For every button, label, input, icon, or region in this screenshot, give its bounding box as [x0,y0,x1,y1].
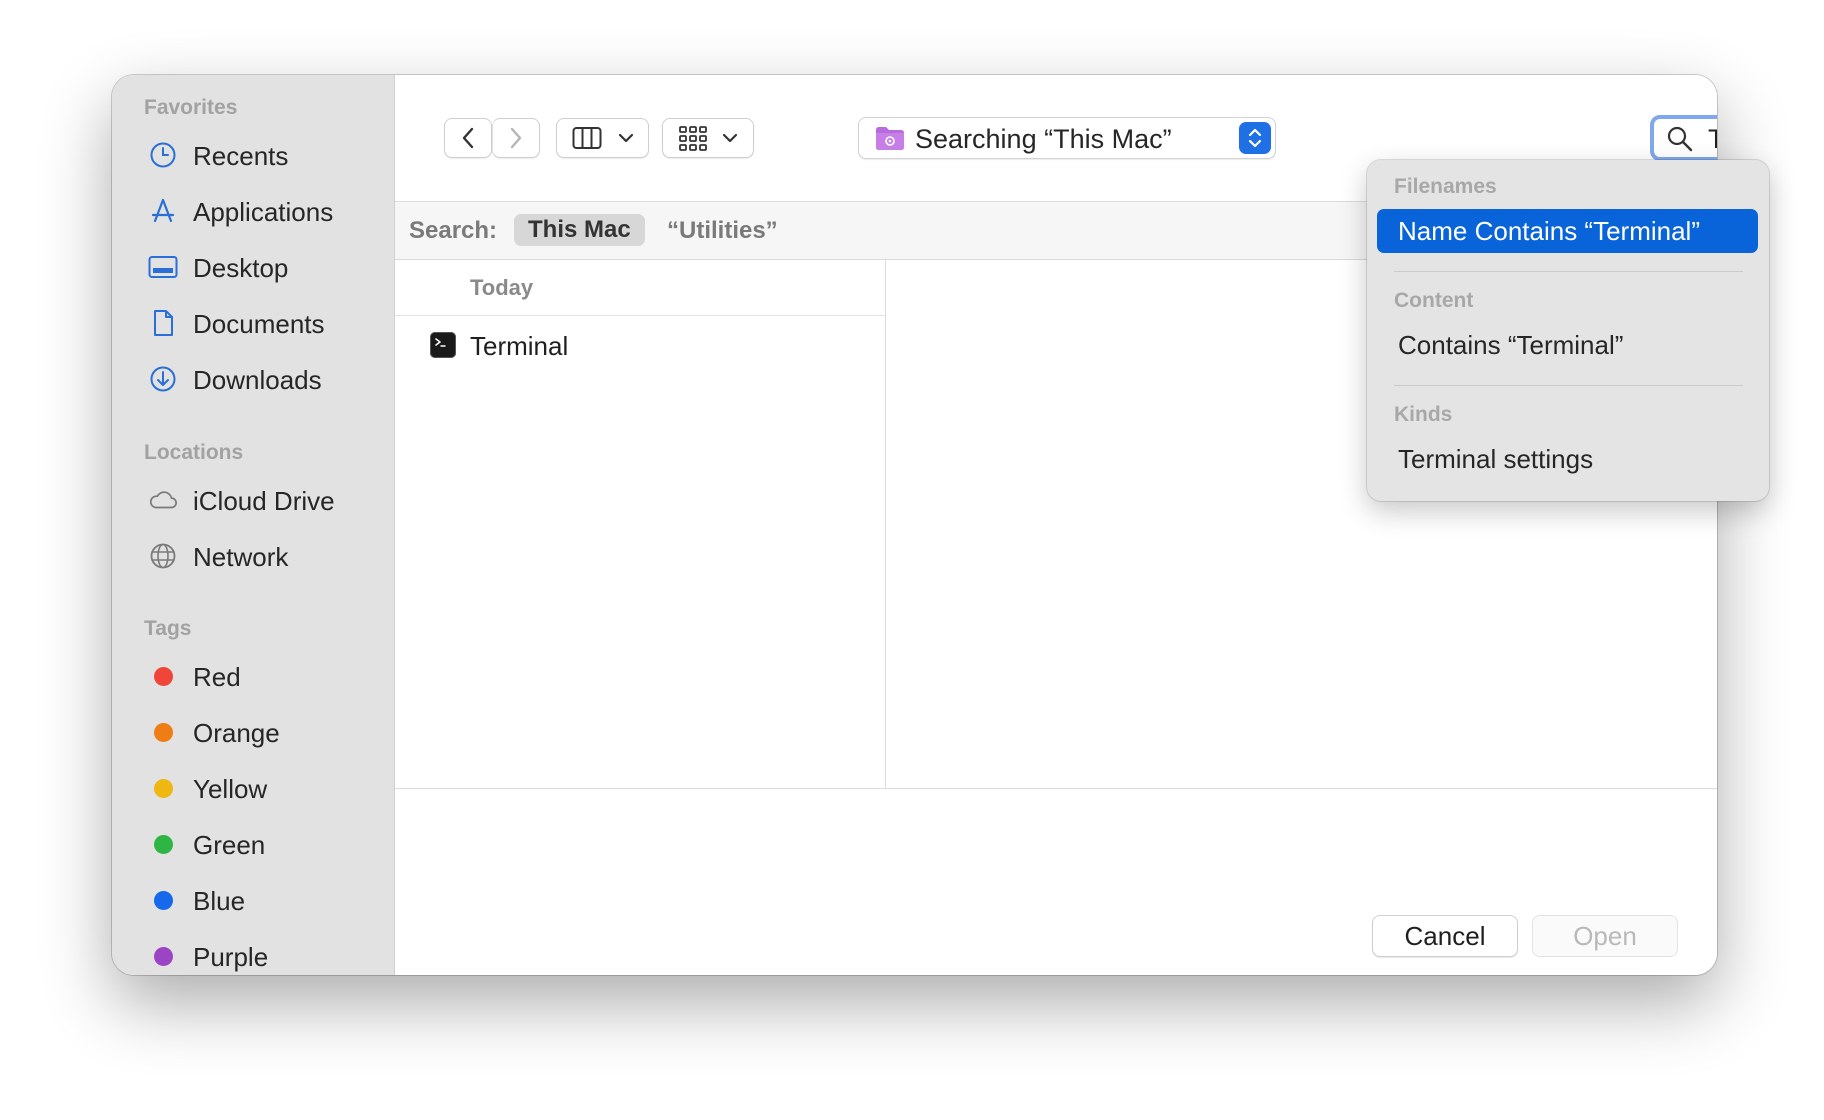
sidebar-tag-orange[interactable]: Orange [112,708,394,756]
sidebar-item-label: Desktop [193,253,289,283]
sidebar-item-label: Purple [193,942,269,972]
sidebar-item-label: Documents [193,309,325,339]
sidebar-item-label: Applications [193,197,334,227]
sidebar-item-applications[interactable]: Applications [112,187,394,235]
scope-utilities-button[interactable]: “Utilities” [667,217,778,245]
view-columns-button[interactable] [556,118,649,158]
forward-button[interactable] [492,118,540,158]
search-suggestions-menu: Filenames Name Contains “Terminal” Conte… [1367,160,1769,501]
sidebar-item-recents[interactable]: Recents [112,131,394,179]
sidebar-item-label: iCloud Drive [193,486,335,516]
sidebar-tag-blue[interactable]: Blue [112,876,394,924]
tag-dot [153,946,173,966]
sidebar-item-downloads[interactable]: Downloads [112,355,394,403]
tag-dot [153,834,173,854]
tag-dot [153,666,173,686]
sidebar-tag-green[interactable]: Green [112,820,394,868]
smart-folder-icon [875,125,905,156]
suggestion-section-filenames: Filenames [1394,175,1497,198]
applications-icon [148,196,178,226]
list-item[interactable]: Terminal [395,316,885,374]
download-icon [148,364,178,394]
menu-separator [1394,271,1743,272]
search-input[interactable] [1708,124,1717,154]
options-strip [395,788,1717,846]
suggestion-label: Terminal settings [1398,444,1594,474]
sidebar-item-network[interactable]: Network [112,532,394,580]
sidebar-item-label: Blue [193,886,246,916]
file-name: Terminal [470,331,569,361]
sidebar-item-label: Recents [193,141,289,171]
cloud-icon [148,485,178,515]
desktop-icon [148,252,178,282]
terminal-app-icon [430,332,456,358]
sidebar-item-label: Green [193,830,266,860]
scope-this-mac-button[interactable]: This Mac [514,214,645,246]
cancel-button[interactable]: Cancel [1372,915,1518,957]
suggestion-kind-terminal-settings[interactable]: Terminal settings [1377,437,1758,481]
sidebar-tag-red[interactable]: Red [112,652,394,700]
sidebar-section-favorites: Favorites [144,96,238,119]
sidebar-section-tags: Tags [144,617,192,640]
suggestion-section-content: Content [1394,289,1474,312]
sidebar-tag-yellow[interactable]: Yellow [112,764,394,812]
clock-icon [148,140,178,170]
list-section-header: Today [395,260,885,316]
sidebar-item-label: Red [193,662,241,692]
sidebar-tag-purple[interactable]: Purple [112,932,394,975]
globe-icon [148,541,178,571]
search-icon [1666,125,1694,158]
group-button[interactable] [662,118,754,158]
sidebar-item-documents[interactable]: Documents [112,299,394,347]
back-button[interactable] [444,118,492,158]
sidebar-item-desktop[interactable]: Desktop [112,243,394,291]
sidebar-item-label: Downloads [193,365,322,395]
sidebar-item-icloud-drive[interactable]: iCloud Drive [112,476,394,524]
tag-dot [153,890,173,910]
suggestion-label: Contains “Terminal” [1398,330,1624,360]
search-field[interactable] [1650,115,1717,161]
tag-dot [153,778,173,798]
results-list: Today Terminal [395,260,886,788]
popup-stepper-icon [1239,122,1271,154]
sidebar-section-locations: Locations [144,441,244,464]
location-label: Searching “This Mac” [915,124,1172,154]
list-section-title: Today [470,275,534,300]
sidebar-item-label: Orange [193,718,280,748]
chevron-down-icon [722,133,738,143]
suggestion-section-kinds: Kinds [1394,403,1453,426]
sidebar-item-label: Yellow [193,774,268,804]
chevron-left-icon [462,127,474,149]
search-scope-label: Search: [409,217,498,244]
sidebar-item-label: Network [193,542,289,572]
tag-dot [153,722,173,742]
location-popup[interactable]: Searching “This Mac” [858,117,1276,159]
open-button[interactable]: Open [1532,915,1678,957]
suggestion-content-contains[interactable]: Contains “Terminal” [1377,323,1758,367]
menu-separator [1394,385,1743,386]
grid-icon [679,126,707,151]
suggestion-name-contains[interactable]: Name Contains “Terminal” [1377,209,1758,253]
columns-view-icon [572,127,601,149]
dialog-footer: Cancel Open [395,845,1717,975]
document-icon [148,308,178,338]
chevron-right-icon [510,127,522,149]
sidebar: Favorites Recents Applications Desktop D… [112,75,395,975]
suggestion-label: Name Contains “Terminal” [1398,216,1700,246]
chevron-down-icon [618,133,633,143]
